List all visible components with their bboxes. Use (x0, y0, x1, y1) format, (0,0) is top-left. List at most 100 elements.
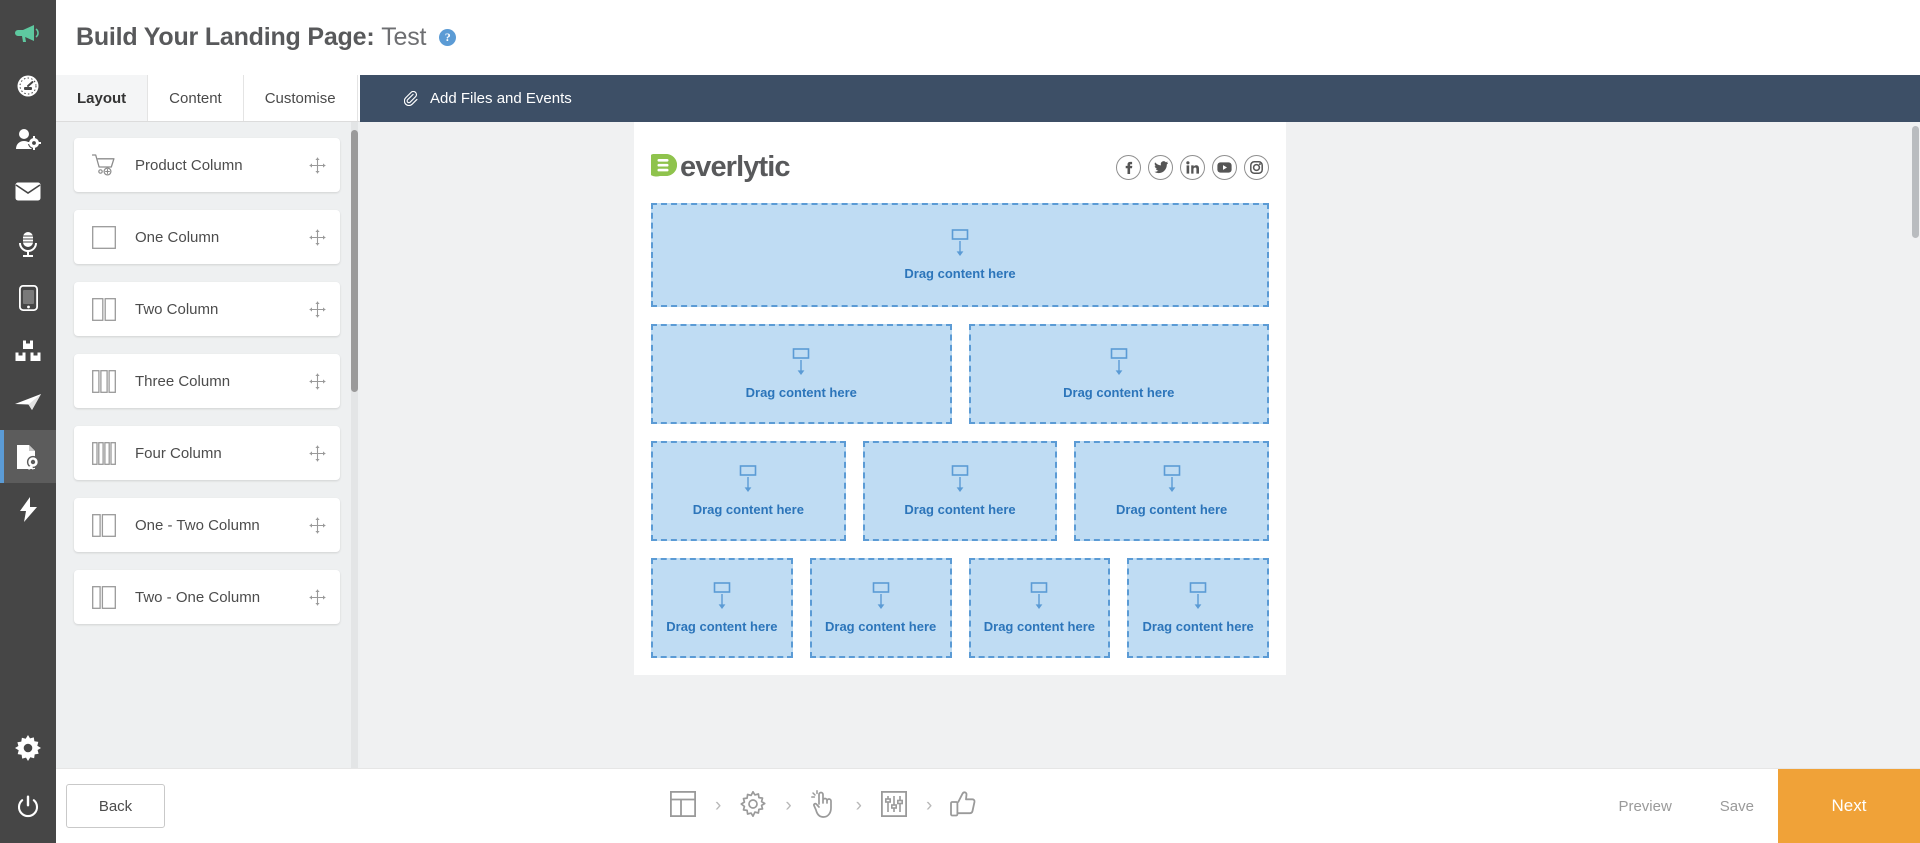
facebook-icon[interactable] (1116, 155, 1141, 180)
dropzone[interactable]: Drag content here (651, 558, 793, 658)
layout-item-label: Four Column (122, 445, 308, 462)
dropzone[interactable]: Drag content here (810, 558, 952, 658)
next-button[interactable]: Next (1778, 769, 1920, 843)
dropzone[interactable]: Drag content here (863, 441, 1058, 541)
canvas-area: everlytic (360, 122, 1920, 768)
move-handle-icon[interactable] (308, 517, 326, 534)
instagram-icon[interactable] (1244, 155, 1269, 180)
step-layout[interactable] (657, 791, 709, 822)
rail-item-email[interactable] (0, 165, 56, 218)
dropzone[interactable]: Drag content here (651, 324, 952, 424)
rail-item-voice[interactable] (0, 218, 56, 271)
layout-step-icon (670, 791, 696, 822)
drop-arrow-icon (869, 582, 893, 615)
move-handle-icon[interactable] (308, 373, 326, 390)
rail-item-dashboard[interactable] (0, 59, 56, 112)
gear-icon (15, 735, 41, 761)
rail-item-landing-pages[interactable] (0, 430, 56, 483)
page-title-prefix: Build Your Landing Page: (76, 23, 374, 51)
dropzone[interactable]: Drag content here (651, 203, 1269, 307)
twitter-icon[interactable] (1148, 155, 1173, 180)
dropzone-label: Drag content here (984, 619, 1095, 634)
help-icon[interactable]: ? (439, 29, 456, 46)
page-title: Build Your Landing Page: Test (76, 23, 426, 52)
layout-item-two-column[interactable]: Two Column (74, 282, 340, 336)
rail-item-logout[interactable] (0, 779, 56, 835)
tab-layout[interactable]: Layout (56, 75, 148, 121)
back-button[interactable]: Back (66, 784, 165, 828)
dropzone[interactable]: Drag content here (969, 324, 1270, 424)
canvas-scrollbar-thumb[interactable] (1912, 126, 1919, 238)
page-header: Build Your Landing Page: Test ? (56, 0, 1920, 75)
move-handle-icon[interactable] (308, 445, 326, 462)
lightning-icon (20, 497, 37, 522)
layout-item-label: Two - One Column (122, 589, 308, 606)
layout-item-label: Two Column (122, 301, 308, 318)
dropzone-label: Drag content here (1116, 502, 1227, 517)
step-separator: › (715, 795, 721, 817)
move-handle-icon[interactable] (308, 229, 326, 246)
dropzone[interactable]: Drag content here (651, 441, 846, 541)
layout-item-product-column[interactable]: Product Column (74, 138, 340, 192)
preview-button[interactable]: Preview (1594, 798, 1695, 815)
layout-item-three-column[interactable]: Three Column (74, 354, 340, 408)
footer-actions: Preview Save Next (1594, 769, 1920, 843)
layout-item-label: Product Column (122, 157, 308, 174)
one-two-column-icon (92, 514, 122, 537)
tab-strip: Layout Content Customise (56, 75, 360, 122)
step-actions[interactable] (798, 790, 850, 823)
move-handle-icon[interactable] (308, 301, 326, 318)
layout-item-two-one-column[interactable]: Two - One Column (74, 570, 340, 624)
dropzone[interactable]: Drag content here (1127, 558, 1269, 658)
drop-arrow-icon (948, 465, 972, 498)
dropzone[interactable]: Drag content here (969, 558, 1111, 658)
step-finish[interactable] (938, 791, 990, 822)
layout-item-four-column[interactable]: Four Column (74, 426, 340, 480)
sliders-step-icon (881, 791, 907, 822)
move-handle-icon[interactable] (308, 157, 326, 174)
landing-page-sheet: everlytic (634, 122, 1286, 675)
left-icon-rail (0, 0, 56, 843)
rail-item-sms[interactable] (0, 271, 56, 324)
layout-panel-scrollbar-thumb[interactable] (351, 130, 358, 392)
tab-strip-row: Layout Content Customise Add Files and E… (56, 75, 1920, 122)
rail-item-automation[interactable] (0, 483, 56, 536)
dropzone-label: Drag content here (693, 502, 804, 517)
rail-item-send[interactable] (0, 377, 56, 430)
save-button[interactable]: Save (1696, 798, 1778, 815)
dropzone[interactable]: Drag content here (1074, 441, 1269, 541)
rail-item-contacts[interactable] (0, 112, 56, 165)
youtube-icon[interactable] (1212, 155, 1237, 180)
dropzone-row-4: Drag content here D (651, 558, 1269, 658)
three-column-icon (92, 370, 122, 393)
step-options[interactable] (868, 791, 920, 822)
step-separator: › (856, 795, 862, 817)
envelope-icon (15, 182, 41, 201)
layout-item-one-two-column[interactable]: One - Two Column (74, 498, 340, 552)
linkedin-icon[interactable] (1180, 155, 1205, 180)
rail-item-settings[interactable] (0, 717, 56, 779)
rail-top-group (0, 0, 56, 536)
wizard-steps: › › (657, 790, 990, 823)
step-separator: › (926, 795, 932, 817)
user-settings-icon (15, 128, 41, 150)
rail-item-campaigns[interactable] (0, 6, 56, 59)
logo-wordmark: everlytic (680, 151, 790, 184)
tab-content[interactable]: Content (148, 75, 244, 121)
mobile-icon (19, 285, 38, 311)
layout-list: Product Column (56, 138, 360, 624)
step-settings[interactable] (727, 791, 779, 822)
dropzone-label: Drag content here (746, 385, 857, 400)
dropzone-row-2: Drag content here D (651, 324, 1269, 424)
add-files-and-events-bar[interactable]: Add Files and Events (360, 75, 1920, 122)
layout-panel: Product Column (56, 122, 360, 768)
tab-customise[interactable]: Customise (244, 75, 358, 121)
dropzone-label: Drag content here (904, 502, 1015, 517)
move-handle-icon[interactable] (308, 589, 326, 606)
two-column-icon (92, 298, 122, 321)
layout-item-one-column[interactable]: One Column (74, 210, 340, 264)
power-icon (16, 795, 40, 819)
dropzone-label: Drag content here (1063, 385, 1174, 400)
dropzone-label: Drag content here (904, 266, 1015, 281)
rail-item-templates[interactable] (0, 324, 56, 377)
